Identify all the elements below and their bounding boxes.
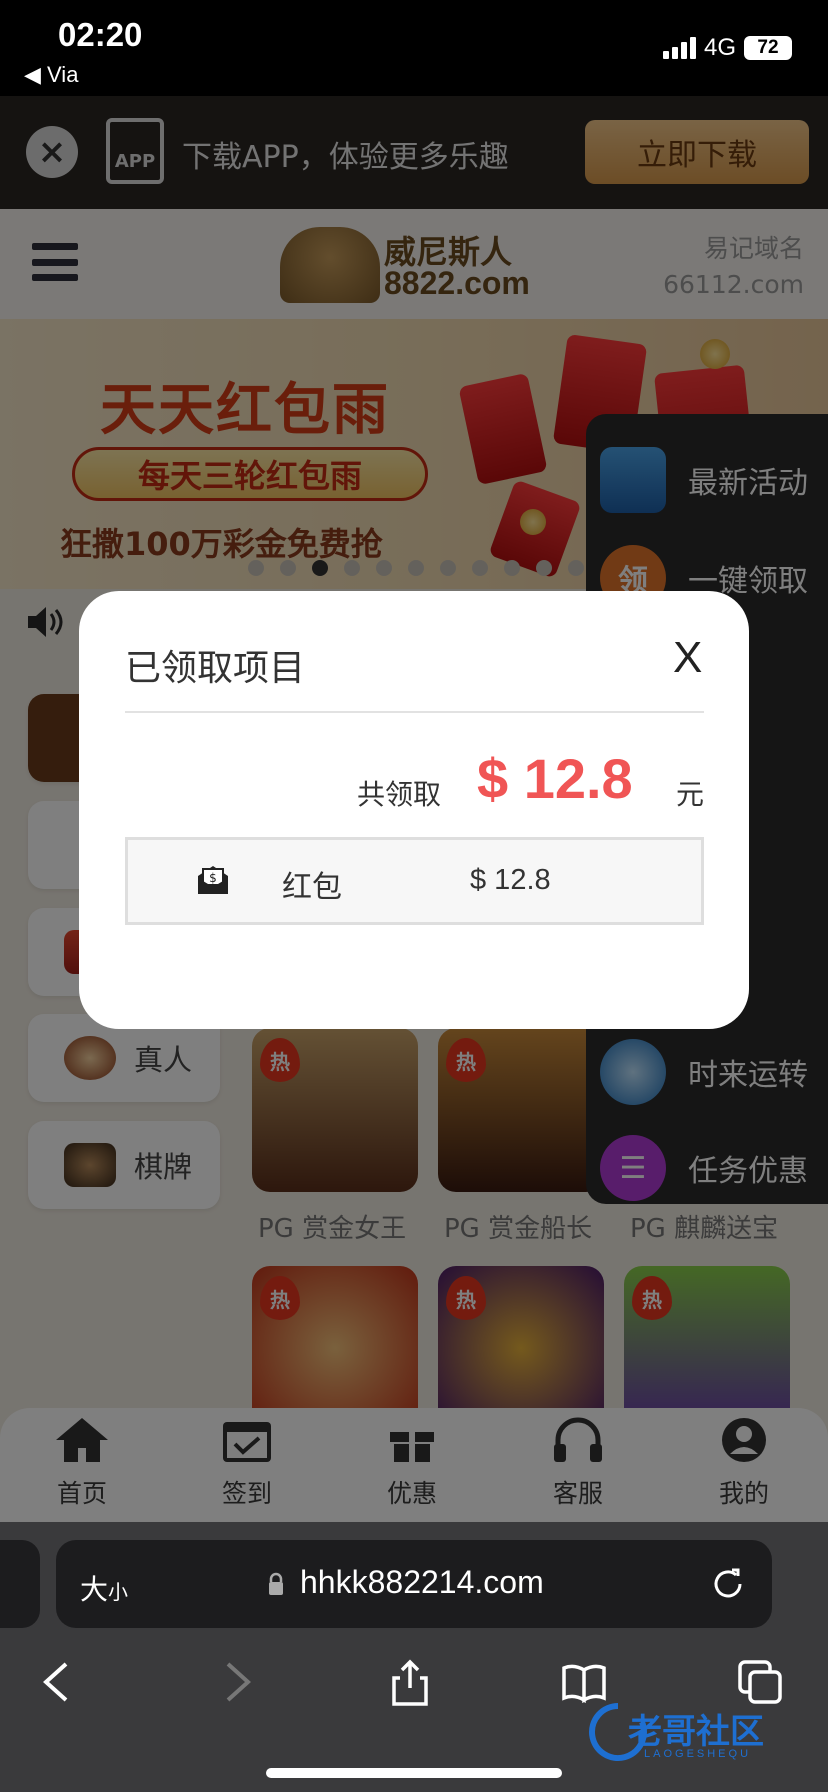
share-icon[interactable] [386,1658,434,1706]
battery-level: 72 [757,37,779,58]
divider [125,711,704,713]
money-envelope-icon: $ [198,866,228,894]
total-claimed-label: 共领取 [357,778,442,811]
total-claimed-unit: 元 [676,778,705,811]
address-bar[interactable]: 大小 hhkk882214.com [56,1540,772,1628]
status-indicators: 4G 72 [662,34,792,62]
watermark-text: 老哥社区 [628,1712,764,1752]
reload-icon[interactable] [710,1566,746,1602]
dialog-title: 已领取项目 [125,648,306,689]
text-size-large: 大 [80,1573,109,1606]
watermark-logo: 老哥社区 LAOGESHEQU [588,1698,814,1772]
svg-text:$: $ [209,871,217,885]
lock-icon [269,1572,283,1595]
network-type: 4G [703,34,736,61]
previous-tab-peek[interactable] [0,1540,40,1628]
record-type: 红包 [282,870,342,905]
signal-icon [662,37,696,59]
text-size-small: 小 [108,1580,129,1604]
browser-toolbar: 大小 hhkk882214.com 老哥社区 LAOGESHEQU [0,1522,828,1792]
record-amount: $ 12.8 [470,864,551,896]
back-to-app-link[interactable]: ◀ Via [24,62,78,88]
close-button[interactable]: X [673,633,702,683]
home-indicator[interactable] [266,1768,562,1778]
status-bar: 02:20 ◀ Via 4G 72 [0,0,828,96]
battery-icon: 72 [744,36,792,60]
claimed-record-row: $ 红包 $ 12.8 [125,837,704,925]
url-text: hhkk882214.com [300,1564,544,1600]
text-size-button[interactable]: 大小 [80,1568,128,1608]
total-claimed-amount: $ 12.8 [477,747,633,810]
forward-icon[interactable] [212,1658,260,1706]
claimed-items-dialog: 已领取项目 X 共领取 $ 12.8 元 $ 红包 $ 12.8 [79,591,749,1029]
back-icon[interactable] [34,1658,82,1706]
watermark-subtext: LAOGESHEQU [644,1748,752,1760]
status-time: 02:20 [58,16,143,53]
